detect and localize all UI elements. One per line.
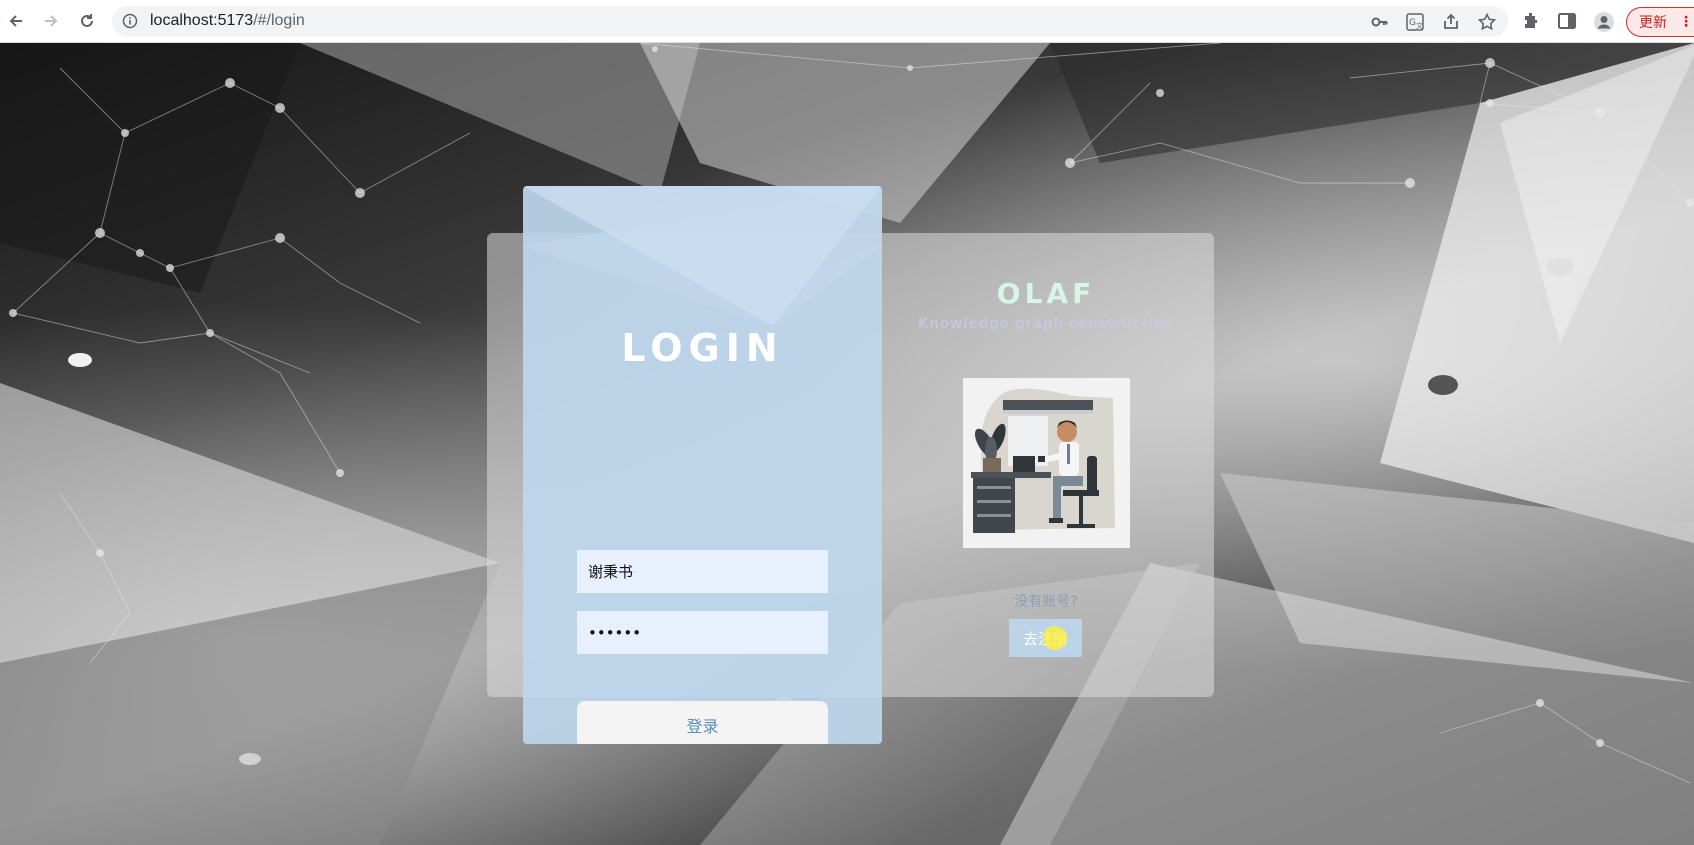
- cursor-highlight: [1043, 626, 1067, 650]
- update-button[interactable]: 更新 ⋮: [1626, 7, 1694, 37]
- address-bar[interactable]: localhost:5173/#/login G文: [112, 6, 1508, 37]
- browser-toolbar: localhost:5173/#/login G文 更新 ⋮: [0, 0, 1694, 43]
- svg-text:G: G: [1409, 18, 1416, 28]
- update-label: 更新: [1639, 15, 1667, 31]
- info-icon[interactable]: [122, 13, 138, 33]
- brand-subtitle: Knowledge graph construction: [917, 316, 1175, 332]
- office-illustration: [963, 378, 1130, 548]
- login-button[interactable]: 登录: [577, 701, 828, 744]
- sidepanel-icon[interactable]: [1557, 11, 1579, 33]
- login-card: LOGIN 登录: [523, 186, 882, 744]
- translate-icon[interactable]: G文: [1406, 13, 1424, 31]
- username-input[interactable]: [577, 550, 828, 593]
- more-menu-icon[interactable]: ⋮: [1679, 14, 1693, 30]
- extensions-icon[interactable]: [1521, 11, 1543, 33]
- profile-icon[interactable]: [1593, 11, 1615, 33]
- url-text: localhost:5173/#/login: [150, 12, 305, 29]
- no-account-text: 没有账号?: [1014, 594, 1078, 610]
- reload-icon[interactable]: [74, 8, 100, 34]
- share-icon[interactable]: [1442, 13, 1460, 31]
- back-icon[interactable]: [3, 8, 29, 34]
- brand-title: OLAF: [996, 277, 1096, 310]
- login-page: LOGIN 登录 OLAF Knowledge graph constructi…: [0, 43, 1694, 845]
- forward-icon[interactable]: [38, 8, 64, 34]
- key-icon[interactable]: [1371, 13, 1389, 31]
- svg-text:文: 文: [1416, 21, 1423, 30]
- star-icon[interactable]: [1477, 12, 1497, 31]
- password-input[interactable]: [577, 611, 828, 654]
- login-title: LOGIN: [621, 326, 784, 370]
